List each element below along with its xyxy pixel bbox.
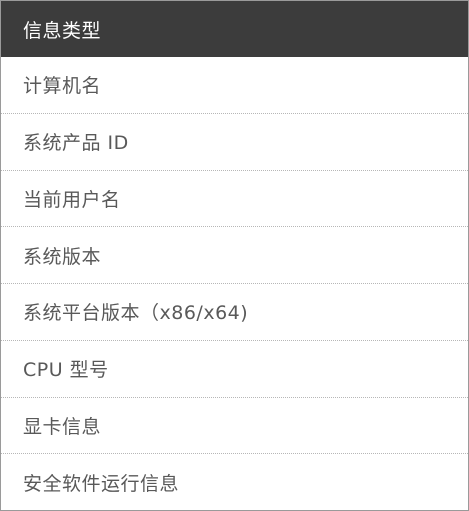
row-label: CPU 型号 <box>23 359 109 382</box>
row-label: 安全软件运行信息 <box>23 473 180 496</box>
table-row-graphics-info: 显卡信息 <box>1 398 468 455</box>
row-label: 系统产品 ID <box>23 132 129 155</box>
table-row-security-software: 安全软件运行信息 <box>1 454 468 511</box>
row-label: 系统版本 <box>23 245 102 268</box>
table-row-cpu-model: CPU 型号 <box>1 341 468 398</box>
table-header: 信息类型 <box>1 1 468 57</box>
row-label: 计算机名 <box>23 75 102 98</box>
info-type-table: 信息类型 计算机名 系统产品 ID 当前用户名 系统版本 系统平台版本（x86/… <box>0 0 469 511</box>
row-label: 当前用户名 <box>23 188 121 211</box>
table-row-computer-name: 计算机名 <box>1 57 468 114</box>
row-label: 系统平台版本（x86/x64) <box>23 302 249 325</box>
row-label: 显卡信息 <box>23 415 102 438</box>
table-row-platform-version: 系统平台版本（x86/x64) <box>1 284 468 341</box>
table-row-system-version: 系统版本 <box>1 227 468 284</box>
table-header-label: 信息类型 <box>23 19 102 42</box>
table-row-current-user: 当前用户名 <box>1 171 468 228</box>
table-body: 计算机名 系统产品 ID 当前用户名 系统版本 系统平台版本（x86/x64) … <box>1 57 468 511</box>
table-row-system-product-id: 系统产品 ID <box>1 114 468 171</box>
